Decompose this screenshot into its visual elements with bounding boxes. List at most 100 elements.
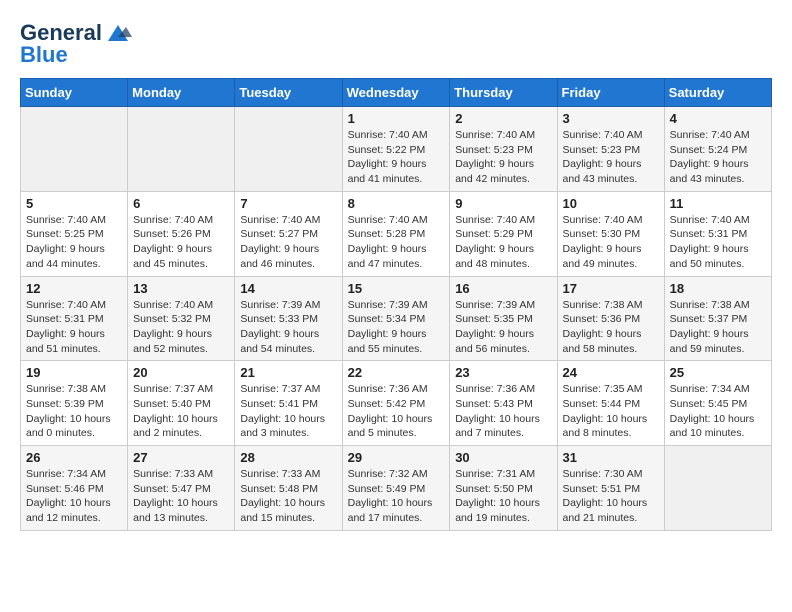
calendar-cell: 7 Sunrise: 7:40 AM Sunset: 5:27 PM Daylig… [235,191,342,276]
calendar-cell: 21 Sunrise: 7:37 AM Sunset: 5:41 PM Dayli… [235,361,342,446]
calendar-cell: 15 Sunrise: 7:39 AM Sunset: 5:34 PM Dayli… [342,276,450,361]
day-number: 28 [240,450,336,465]
calendar-cell: 27 Sunrise: 7:33 AM Sunset: 5:47 PM Dayli… [128,446,235,531]
day-info: Sunrise: 7:40 AM Sunset: 5:28 PM Dayligh… [348,213,445,272]
calendar-cell: 31 Sunrise: 7:30 AM Sunset: 5:51 PM Dayli… [557,446,664,531]
day-info: Sunrise: 7:40 AM Sunset: 5:27 PM Dayligh… [240,213,336,272]
day-info: Sunrise: 7:38 AM Sunset: 5:39 PM Dayligh… [26,382,122,441]
day-info: Sunrise: 7:33 AM Sunset: 5:48 PM Dayligh… [240,467,336,526]
day-of-week-header: Saturday [664,79,771,107]
day-number: 11 [670,196,766,211]
page-header: General Blue [20,20,772,68]
day-number: 27 [133,450,229,465]
day-info: Sunrise: 7:39 AM Sunset: 5:35 PM Dayligh… [455,298,551,357]
calendar-cell: 3Sunrise: 7:40 AM Sunset: 5:23 PM Daylig… [557,107,664,192]
calendar-cell: 26Sunrise: 7:34 AM Sunset: 5:46 PM Dayli… [21,446,128,531]
day-info: Sunrise: 7:40 AM Sunset: 5:31 PM Dayligh… [670,213,766,272]
calendar-cell: 14 Sunrise: 7:39 AM Sunset: 5:33 PM Dayli… [235,276,342,361]
calendar-cell: 1 Sunrise: 7:40 AM Sunset: 5:22 PM Daylig… [342,107,450,192]
calendar-cell [21,107,128,192]
calendar-cell: 24 Sunrise: 7:35 AM Sunset: 5:44 PM Dayli… [557,361,664,446]
day-number: 14 [240,281,336,296]
day-number: 16 [455,281,551,296]
day-info: Sunrise: 7:40 AM Sunset: 5:24 PM Dayligh… [670,128,766,187]
day-number: 4 [670,111,766,126]
day-info: Sunrise: 7:40 AM Sunset: 5:22 PM Dayligh… [348,128,445,187]
calendar-cell: 16 Sunrise: 7:39 AM Sunset: 5:35 PM Dayli… [450,276,557,361]
day-info: Sunrise: 7:34 AM Sunset: 5:45 PM Dayligh… [670,382,766,441]
calendar-cell: 18Sunrise: 7:38 AM Sunset: 5:37 PM Dayli… [664,276,771,361]
day-number: 20 [133,365,229,380]
calendar-cell [664,446,771,531]
calendar-cell: 10 Sunrise: 7:40 AM Sunset: 5:30 PM Dayli… [557,191,664,276]
day-info: Sunrise: 7:33 AM Sunset: 5:47 PM Dayligh… [133,467,229,526]
day-number: 13 [133,281,229,296]
day-number: 19 [26,365,122,380]
day-number: 22 [348,365,445,380]
day-info: Sunrise: 7:39 AM Sunset: 5:34 PM Dayligh… [348,298,445,357]
day-info: Sunrise: 7:37 AM Sunset: 5:41 PM Dayligh… [240,382,336,441]
day-number: 12 [26,281,122,296]
calendar-cell: 6Sunrise: 7:40 AM Sunset: 5:26 PM Daylig… [128,191,235,276]
day-number: 24 [563,365,659,380]
day-info: Sunrise: 7:36 AM Sunset: 5:43 PM Dayligh… [455,382,551,441]
calendar-table: SundayMondayTuesdayWednesdayThursdayFrid… [20,78,772,531]
logo-icon [104,23,132,43]
day-of-week-header: Monday [128,79,235,107]
calendar-cell: 25 Sunrise: 7:34 AM Sunset: 5:45 PM Dayli… [664,361,771,446]
day-info: Sunrise: 7:36 AM Sunset: 5:42 PM Dayligh… [348,382,445,441]
day-number: 7 [240,196,336,211]
day-info: Sunrise: 7:40 AM Sunset: 5:26 PM Dayligh… [133,213,229,272]
calendar-week-row: 5Sunrise: 7:40 AM Sunset: 5:25 PM Daylig… [21,191,772,276]
day-number: 9 [455,196,551,211]
calendar-cell [235,107,342,192]
day-of-week-header: Wednesday [342,79,450,107]
day-info: Sunrise: 7:37 AM Sunset: 5:40 PM Dayligh… [133,382,229,441]
logo: General Blue [20,20,132,68]
day-number: 3 [563,111,659,126]
calendar-cell: 12 Sunrise: 7:40 AM Sunset: 5:31 PM Dayli… [21,276,128,361]
calendar-cell: 2 Sunrise: 7:40 AM Sunset: 5:23 PM Daylig… [450,107,557,192]
calendar-cell: 11 Sunrise: 7:40 AM Sunset: 5:31 PM Dayli… [664,191,771,276]
day-info: Sunrise: 7:40 AM Sunset: 5:25 PM Dayligh… [26,213,122,272]
calendar-week-row: 12 Sunrise: 7:40 AM Sunset: 5:31 PM Dayli… [21,276,772,361]
day-info: Sunrise: 7:30 AM Sunset: 5:51 PM Dayligh… [563,467,659,526]
day-info: Sunrise: 7:34 AM Sunset: 5:46 PM Dayligh… [26,467,122,526]
day-number: 8 [348,196,445,211]
day-number: 15 [348,281,445,296]
day-of-week-header: Thursday [450,79,557,107]
calendar-cell: 22 Sunrise: 7:36 AM Sunset: 5:42 PM Dayli… [342,361,450,446]
calendar-cell: 29Sunrise: 7:32 AM Sunset: 5:49 PM Dayli… [342,446,450,531]
calendar-cell [128,107,235,192]
day-number: 1 [348,111,445,126]
day-info: Sunrise: 7:31 AM Sunset: 5:50 PM Dayligh… [455,467,551,526]
calendar-cell: 5Sunrise: 7:40 AM Sunset: 5:25 PM Daylig… [21,191,128,276]
day-info: Sunrise: 7:35 AM Sunset: 5:44 PM Dayligh… [563,382,659,441]
calendar-cell: 17Sunrise: 7:38 AM Sunset: 5:36 PM Dayli… [557,276,664,361]
day-number: 31 [563,450,659,465]
day-info: Sunrise: 7:32 AM Sunset: 5:49 PM Dayligh… [348,467,445,526]
day-info: Sunrise: 7:40 AM Sunset: 5:23 PM Dayligh… [455,128,551,187]
day-number: 2 [455,111,551,126]
day-info: Sunrise: 7:39 AM Sunset: 5:33 PM Dayligh… [240,298,336,357]
calendar-cell: 19 Sunrise: 7:38 AM Sunset: 5:39 PM Dayli… [21,361,128,446]
day-info: Sunrise: 7:40 AM Sunset: 5:29 PM Dayligh… [455,213,551,272]
day-info: Sunrise: 7:40 AM Sunset: 5:32 PM Dayligh… [133,298,229,357]
day-number: 23 [455,365,551,380]
calendar-week-row: 19 Sunrise: 7:38 AM Sunset: 5:39 PM Dayli… [21,361,772,446]
calendar-week-row: 26Sunrise: 7:34 AM Sunset: 5:46 PM Dayli… [21,446,772,531]
day-info: Sunrise: 7:40 AM Sunset: 5:31 PM Dayligh… [26,298,122,357]
calendar-cell: 30Sunrise: 7:31 AM Sunset: 5:50 PM Dayli… [450,446,557,531]
day-number: 21 [240,365,336,380]
logo-blue: Blue [20,42,68,68]
day-of-week-header: Sunday [21,79,128,107]
calendar-cell: 13 Sunrise: 7:40 AM Sunset: 5:32 PM Dayli… [128,276,235,361]
day-number: 10 [563,196,659,211]
calendar-cell: 23 Sunrise: 7:36 AM Sunset: 5:43 PM Dayli… [450,361,557,446]
day-number: 25 [670,365,766,380]
day-of-week-header: Tuesday [235,79,342,107]
day-info: Sunrise: 7:38 AM Sunset: 5:36 PM Dayligh… [563,298,659,357]
day-info: Sunrise: 7:40 AM Sunset: 5:30 PM Dayligh… [563,213,659,272]
calendar-cell: 4 Sunrise: 7:40 AM Sunset: 5:24 PM Daylig… [664,107,771,192]
day-number: 18 [670,281,766,296]
